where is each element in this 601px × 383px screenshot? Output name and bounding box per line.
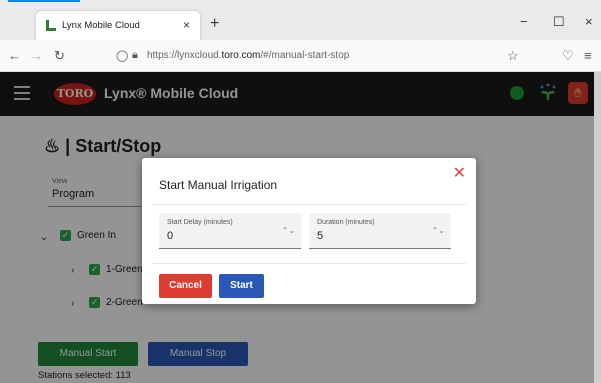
- tab-accent: [8, 0, 80, 2]
- menu-icon[interactable]: ≡: [584, 48, 592, 63]
- forward-arrow-icon[interactable]: →: [30, 48, 43, 63]
- divider: [152, 263, 466, 264]
- bookmark-star-icon[interactable]: ☆: [507, 48, 519, 64]
- lock-icon: 🔒︎: [132, 49, 138, 61]
- url-domain: toro.com: [221, 50, 261, 61]
- browser-navbar: ← → ↻ ◯ 🔒︎ https://lynxcloud.toro.com/#/…: [0, 40, 601, 72]
- duration-field[interactable]: Duration (minutes) 5 ⌃⌄: [309, 213, 451, 249]
- start-delay-label: Start Delay (minutes): [167, 219, 233, 226]
- url-suffix: /#/manual-start-stop: [260, 50, 350, 61]
- dialog-title: Start Manual Irrigation: [159, 178, 278, 192]
- lynx-favicon-icon: [46, 20, 56, 31]
- start-delay-value[interactable]: 0: [167, 230, 173, 242]
- start-manual-irrigation-dialog: Start Manual Irrigation ✕ Start Delay (m…: [142, 158, 476, 304]
- cancel-button[interactable]: Cancel: [159, 274, 212, 298]
- pocket-icon[interactable]: ♡: [562, 48, 574, 64]
- duration-label: Duration (minutes): [317, 219, 375, 226]
- divider: [152, 204, 466, 205]
- maximize-button[interactable]: ☐: [553, 14, 565, 30]
- window-close-button[interactable]: ×: [585, 14, 593, 29]
- page-scrollbar[interactable]: [594, 72, 601, 383]
- stepper-icon[interactable]: ⌃⌄: [282, 226, 295, 235]
- reload-icon[interactable]: ↻: [54, 48, 65, 64]
- browser-tab[interactable]: Lynx Mobile Cloud ×: [36, 11, 200, 41]
- new-tab-button[interactable]: +: [210, 15, 219, 33]
- start-delay-field[interactable]: Start Delay (minutes) 0 ⌃⌄: [159, 213, 301, 249]
- back-arrow-icon[interactable]: ←: [8, 48, 21, 63]
- tab-close-icon[interactable]: ×: [183, 18, 190, 32]
- url-bar[interactable]: https://lynxcloud.toro.com/#/manual-star…: [147, 50, 349, 61]
- duration-value[interactable]: 5: [317, 230, 323, 242]
- stepper-icon[interactable]: ⌃⌄: [432, 226, 445, 235]
- tab-title: Lynx Mobile Cloud: [62, 20, 140, 31]
- browser-tabstrip: Lynx Mobile Cloud × + − ☐ ×: [0, 0, 601, 41]
- minimize-button[interactable]: −: [520, 14, 528, 29]
- url-prefix: https://lynxcloud.: [147, 50, 222, 61]
- start-button[interactable]: Start: [219, 274, 264, 298]
- close-icon[interactable]: ✕: [453, 163, 466, 183]
- shield-icon[interactable]: ◯: [116, 49, 128, 62]
